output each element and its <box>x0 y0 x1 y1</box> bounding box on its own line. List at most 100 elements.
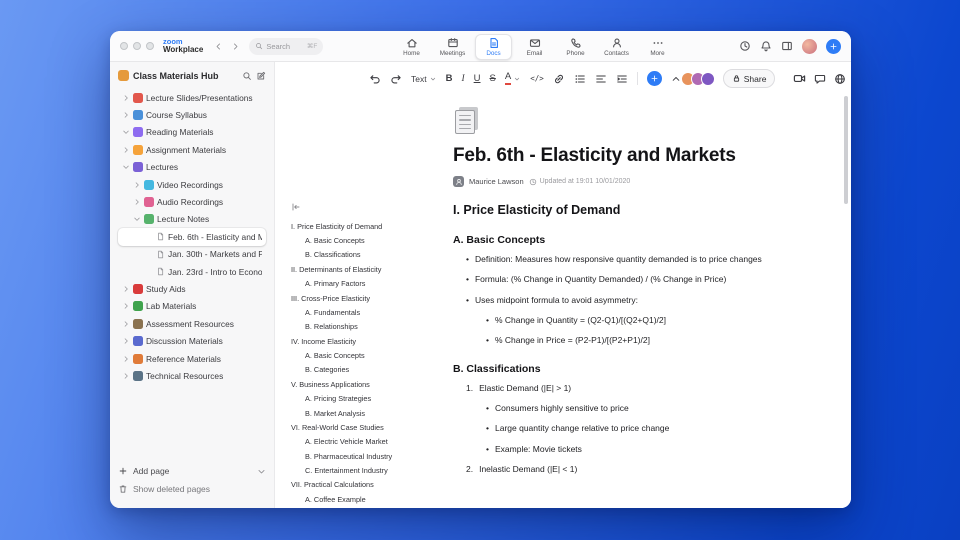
outline-item[interactable]: VI. Real-World Case Studies <box>289 420 439 434</box>
translate-globe-icon[interactable] <box>834 73 846 85</box>
zoom-button[interactable] <box>146 42 154 50</box>
show-deleted-pages-button[interactable]: Show deleted pages <box>118 480 266 498</box>
global-search-input[interactable]: Search ⌘F <box>249 37 324 55</box>
start-meeting-camera-icon[interactable] <box>793 72 806 85</box>
outline-item[interactable]: IV. Income Elasticity <box>289 334 439 348</box>
sidebar-page-item[interactable]: Jan. 30th - Markets and P... <box>118 246 266 263</box>
outline-item[interactable]: A. Coffee Example <box>289 492 439 506</box>
outline-collapse-icon[interactable] <box>291 202 301 212</box>
insert-block-plus-button[interactable] <box>646 71 662 86</box>
redo-button[interactable] <box>390 73 402 85</box>
bold-button[interactable]: B <box>446 73 453 84</box>
back-button[interactable] <box>211 39 226 54</box>
history-clock-icon[interactable] <box>739 40 751 52</box>
sidebar-folder-item[interactable]: Assessment Resources <box>118 315 266 332</box>
outline-item[interactable]: VII. Practical Calculations <box>289 478 439 492</box>
sidebar-search-icon[interactable] <box>242 71 252 81</box>
tab-home[interactable]: Home <box>393 35 430 59</box>
doc-body[interactable]: I. Price Elasticity of Demand A. Basic Co… <box>453 203 781 475</box>
outline-item[interactable]: A. Basic Concepts <box>289 233 439 247</box>
document-scroll-area[interactable]: I. Price Elasticity of Demand A. Basic Co… <box>275 91 851 508</box>
collapse-toolbar-chevron-icon[interactable] <box>671 74 681 84</box>
outline-item[interactable]: B. Luxury Car Example <box>289 507 439 509</box>
sidebar-folder-item[interactable]: Study Aids <box>118 280 266 297</box>
outline-item[interactable]: B. Categories <box>289 363 439 377</box>
sidebar-page-item[interactable]: Jan. 23rd - Intro to Econo... <box>118 263 266 280</box>
item-label: Study Aids <box>146 283 186 294</box>
sidebar-folder-item[interactable]: Reference Materials <box>118 350 266 367</box>
sidebar-folder-item[interactable]: Lectures <box>118 159 266 176</box>
align-button[interactable] <box>595 73 607 85</box>
outline-item[interactable]: A. Electric Vehicle Market <box>289 435 439 449</box>
outline-item[interactable]: A. Fundamentals <box>289 305 439 319</box>
item-label: Jan. 23rd - Intro to Econo... <box>168 266 262 277</box>
tab-docs[interactable]: Docs <box>475 33 512 60</box>
user-avatar[interactable] <box>802 38 817 54</box>
tab-meetings[interactable]: Meetings <box>434 35 471 59</box>
outline-item[interactable]: A. Basic Concepts <box>289 348 439 362</box>
sidebar-folder-item[interactable]: Audio Recordings <box>118 193 266 210</box>
tab-phone[interactable]: Phone <box>557 35 594 59</box>
outline-item[interactable]: A. Pricing Strategies <box>289 392 439 406</box>
close-button[interactable] <box>120 42 128 50</box>
sidebar-page-item[interactable]: Feb. 6th - Elasticity and M... <box>118 228 266 246</box>
tab-label: Contacts <box>604 49 629 57</box>
workspace-title: Class Materials Hub <box>133 70 219 81</box>
outline-item[interactable]: B. Pharmaceutical Industry <box>289 449 439 463</box>
strikethrough-button[interactable]: S <box>490 73 496 84</box>
comments-icon[interactable] <box>814 73 826 85</box>
undo-button[interactable] <box>369 73 381 85</box>
outline-item[interactable]: V. Business Applications <box>289 377 439 391</box>
calendar-icon <box>447 37 459 49</box>
bulleted-list-button[interactable] <box>574 73 586 85</box>
sidebar-folder-item[interactable]: Lab Materials <box>118 298 266 315</box>
outline-item[interactable]: B. Relationships <box>289 320 439 334</box>
sidebar-folder-item[interactable]: Course Syllabus <box>118 106 266 123</box>
minimize-button[interactable] <box>133 42 141 50</box>
add-page-button[interactable]: Add page <box>118 462 266 480</box>
sidebar-folder-item[interactable]: Video Recordings <box>118 176 266 193</box>
sidebar-folder-item[interactable]: Lecture Slides/Presentations <box>118 89 266 106</box>
list-marker: • <box>466 274 469 285</box>
outline-item[interactable]: A. Primary Factors <box>289 277 439 291</box>
sidebar-folder-item[interactable]: Discussion Materials <box>118 332 266 349</box>
italic-button[interactable]: I <box>461 74 464 84</box>
vertical-scrollbar[interactable] <box>844 96 848 204</box>
side-panel-icon[interactable] <box>781 40 793 52</box>
tab-email[interactable]: Email <box>516 35 553 59</box>
indent-button[interactable] <box>616 73 628 85</box>
add-page-chevron-icon[interactable] <box>257 466 266 476</box>
collaborator-avatar[interactable] <box>700 71 715 86</box>
video-icon <box>144 179 154 190</box>
tab-contacts[interactable]: Contacts <box>598 35 635 59</box>
underline-button[interactable]: U <box>474 73 481 84</box>
outline-item[interactable]: II. Determinants of Elasticity <box>289 262 439 276</box>
sidebar-folder-item[interactable]: Assignment Materials <box>118 141 266 158</box>
outline-item[interactable]: III. Cross-Price Elasticity <box>289 291 439 305</box>
share-button[interactable]: Share <box>722 69 776 88</box>
sidebar-folder-item[interactable]: Reading Materials <box>118 124 266 141</box>
trash-icon <box>118 484 128 494</box>
tab-more[interactable]: More <box>639 35 676 59</box>
sidebar-folder-item[interactable]: Technical Resources <box>118 367 266 384</box>
chevron-down-icon <box>132 215 141 223</box>
outline-item[interactable]: C. Entertainment Industry <box>289 463 439 477</box>
code-button[interactable]: </> <box>530 74 544 83</box>
new-page-compose-icon[interactable] <box>256 71 266 81</box>
outline-item[interactable]: B. Market Analysis <box>289 406 439 420</box>
forward-button[interactable] <box>228 39 243 54</box>
document-title[interactable]: Feb. 6th - Elasticity and Markets <box>453 145 781 167</box>
sidebar-folder-item[interactable]: Lecture Notes <box>118 211 266 228</box>
chevron-right-icon <box>121 372 130 380</box>
author-name: Maurice Lawson <box>469 177 524 186</box>
new-plus-button[interactable] <box>826 38 841 54</box>
outline-item[interactable]: I. Price Elasticity of Demand <box>289 219 439 233</box>
notifications-bell-icon[interactable] <box>760 40 772 52</box>
link-button[interactable] <box>553 73 565 85</box>
font-color-button[interactable]: A <box>504 72 521 85</box>
lock-icon <box>732 74 741 83</box>
outline-item[interactable]: B. Classifications <box>289 248 439 262</box>
chevron-down-icon <box>513 75 521 83</box>
format-group: Text B I U S A </> <box>369 71 681 86</box>
text-style-dropdown[interactable]: Text <box>411 74 437 84</box>
